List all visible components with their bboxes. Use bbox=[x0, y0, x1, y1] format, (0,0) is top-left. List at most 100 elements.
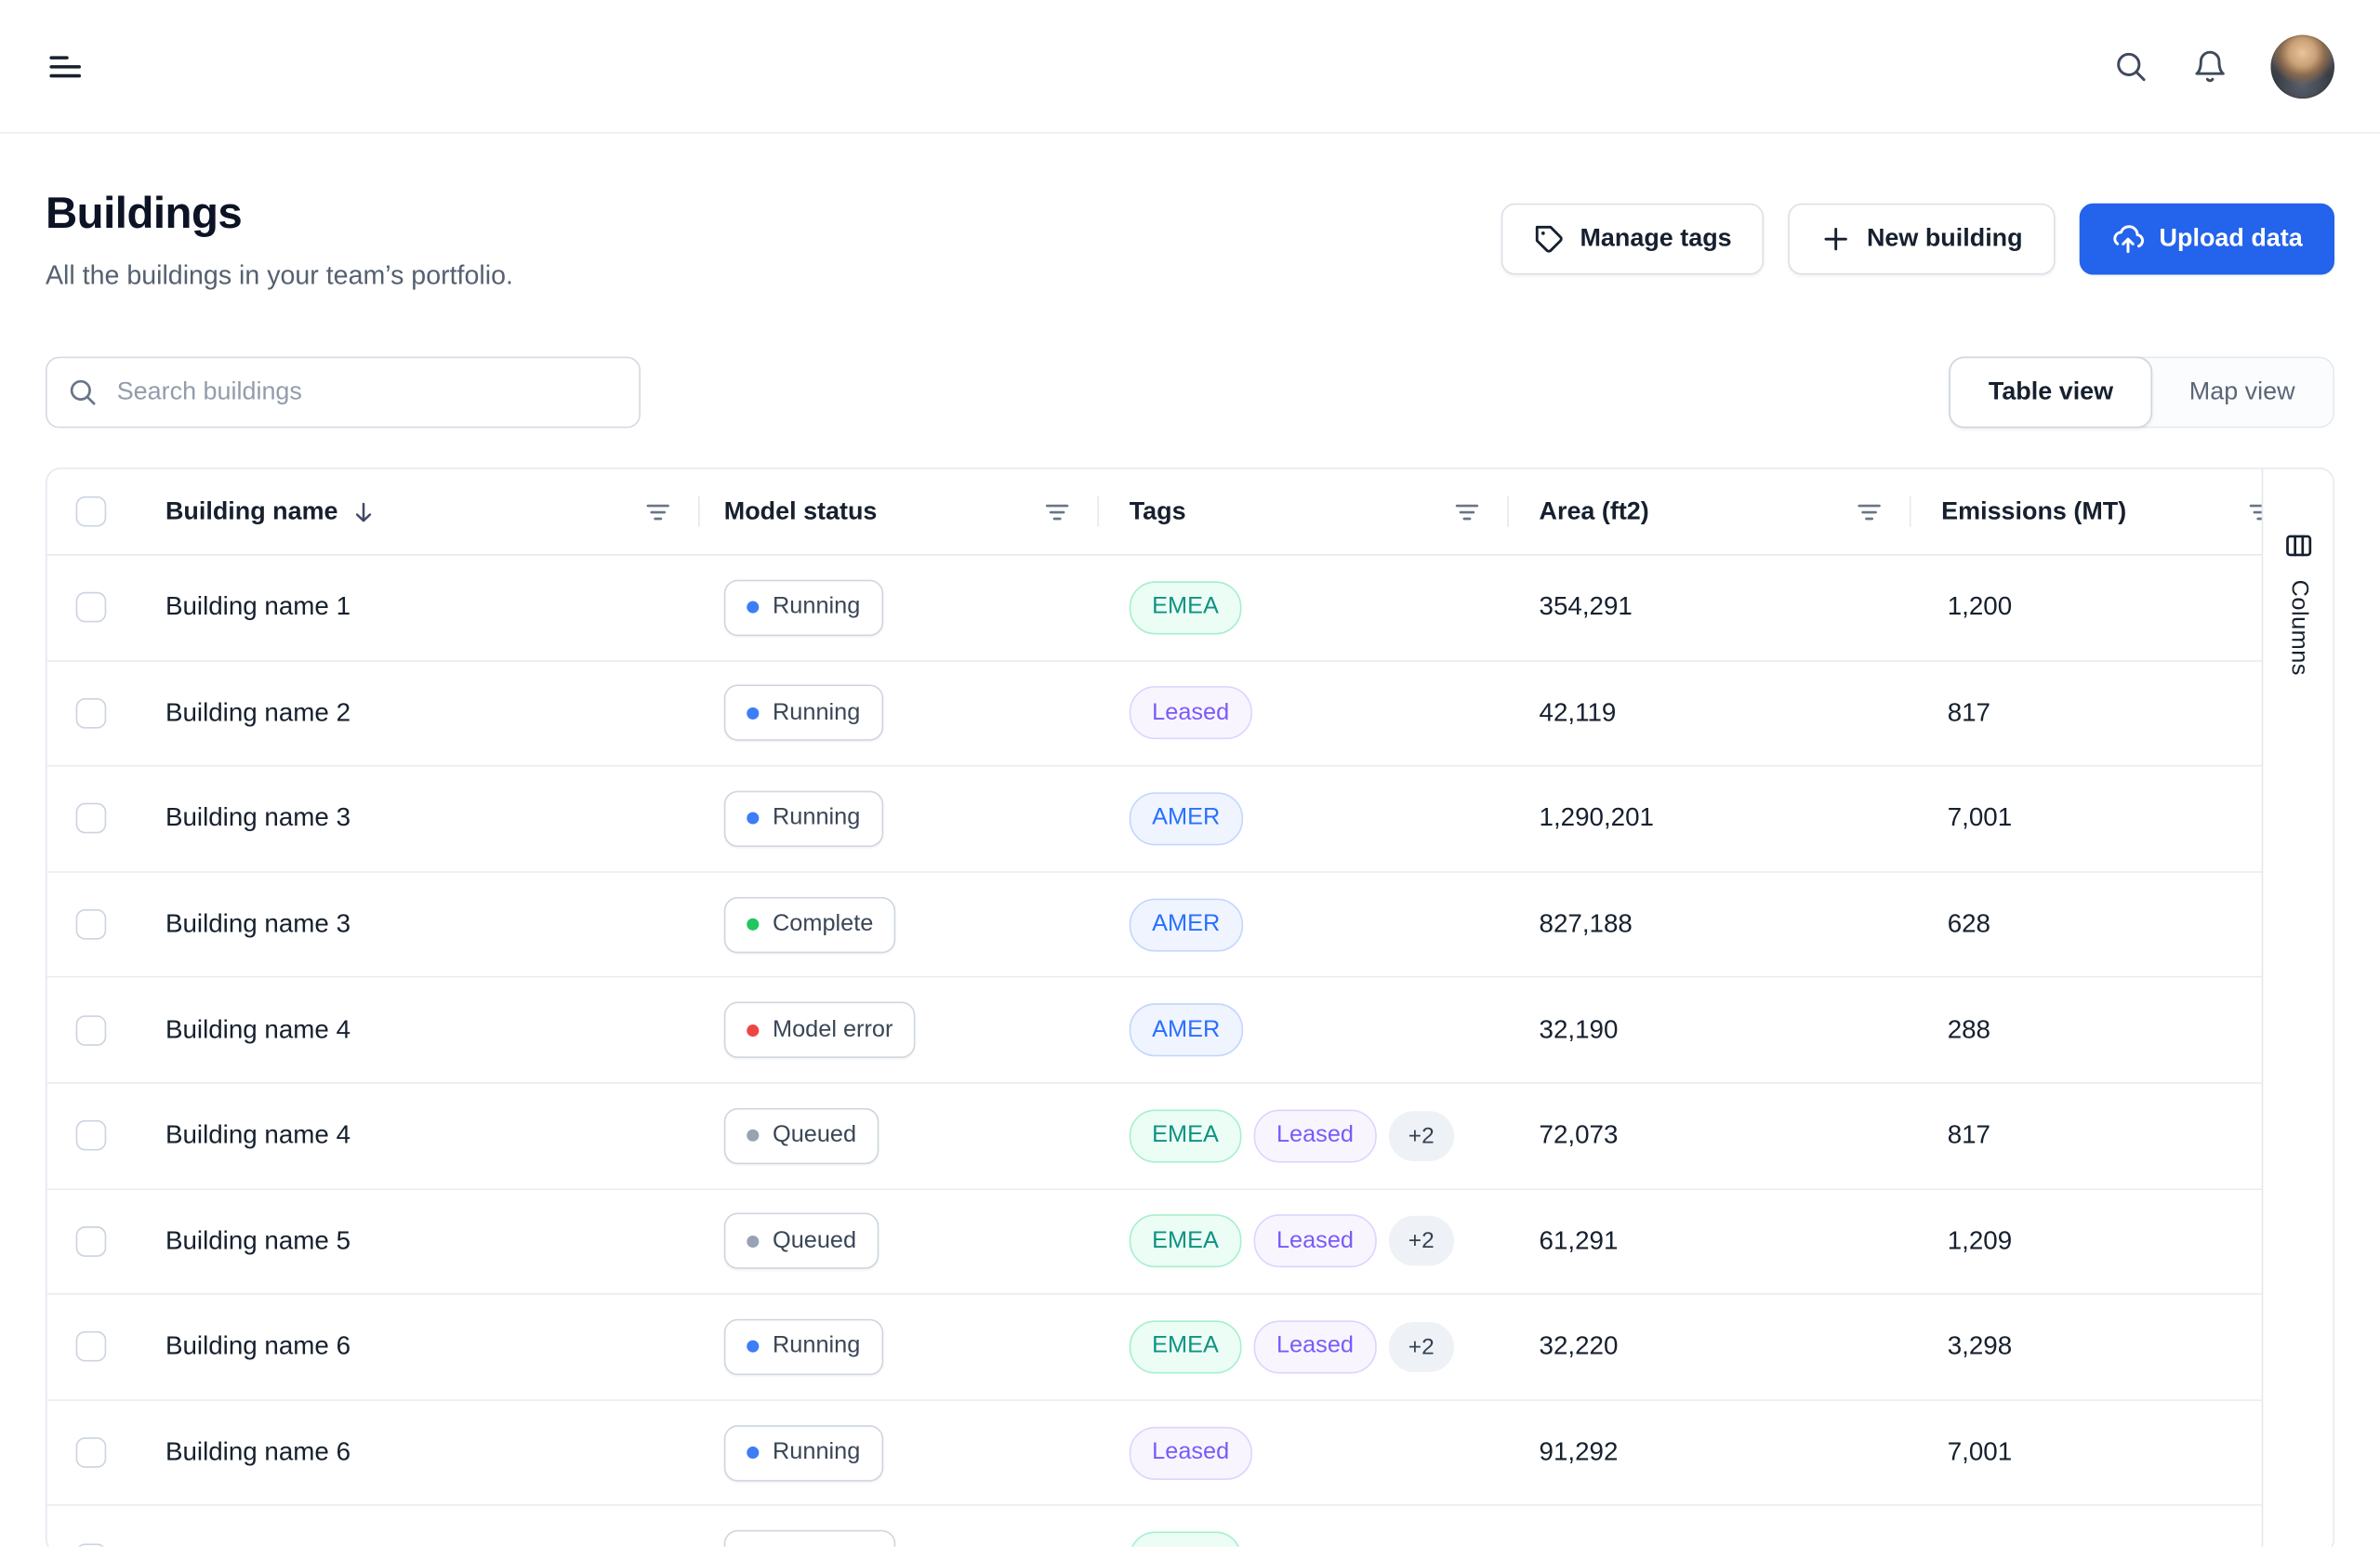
row-checkbox-cell bbox=[47, 909, 136, 940]
status-dot-icon bbox=[747, 919, 759, 931]
row-checkbox[interactable] bbox=[76, 1226, 107, 1257]
tag-badge: EMEA bbox=[1130, 1215, 1242, 1268]
row-checkbox[interactable] bbox=[76, 1543, 107, 1547]
tag-badge: Leased bbox=[1130, 687, 1252, 740]
tags-cell: AMER bbox=[1099, 1003, 1509, 1056]
menu-icon[interactable] bbox=[46, 46, 85, 86]
filter-icon[interactable] bbox=[1043, 497, 1072, 526]
status-dot-icon bbox=[747, 813, 759, 825]
tags-cell: EMEALeased+2 bbox=[1099, 1320, 1509, 1373]
filter-icon[interactable] bbox=[1855, 497, 1884, 526]
avatar[interactable] bbox=[2270, 34, 2334, 99]
column-header-tags: Tags bbox=[1099, 469, 1509, 553]
building-name-cell: Building name 3 bbox=[135, 803, 699, 834]
status-dot-icon bbox=[747, 707, 759, 720]
column-header-model-status: Model status bbox=[700, 469, 1099, 553]
model-status-cell: Model error bbox=[700, 1002, 1099, 1058]
row-checkbox-cell bbox=[47, 1226, 136, 1257]
table-body: Building name 1 Running EMEA 354,291 1,2… bbox=[47, 556, 2262, 1547]
tags-cell: EMEALeased+2 bbox=[1099, 1215, 1509, 1268]
bell-icon[interactable] bbox=[2192, 47, 2228, 84]
area-cell: 827,188 bbox=[1509, 909, 1911, 940]
table-row: Building name 3 Complete AMER 827,188 62… bbox=[47, 872, 2262, 978]
row-checkbox[interactable] bbox=[76, 1437, 107, 1468]
tag-badge: AMER bbox=[1130, 1003, 1243, 1056]
filter-icon[interactable] bbox=[643, 497, 672, 526]
tag-badge: EMEA bbox=[1130, 581, 1242, 634]
tag-badge: AMER bbox=[1130, 898, 1243, 951]
emissions-cell: 817 bbox=[1911, 1120, 2262, 1151]
row-checkbox[interactable] bbox=[76, 803, 107, 834]
model-status-badge: Queued bbox=[724, 1107, 879, 1163]
status-label: Queued bbox=[773, 1122, 856, 1149]
status-dot-icon bbox=[747, 1341, 759, 1353]
columns-panel-toggle[interactable]: Columns bbox=[2262, 469, 2334, 1547]
model-status-badge: Running bbox=[724, 1424, 883, 1480]
row-checkbox-cell bbox=[47, 1015, 136, 1046]
row-checkbox[interactable] bbox=[76, 1120, 107, 1151]
upload-data-button[interactable]: Upload data bbox=[2079, 204, 2334, 275]
new-building-label: New building bbox=[1867, 225, 2023, 254]
status-label: Complete bbox=[773, 911, 873, 938]
building-name-sort[interactable]: Building name bbox=[165, 497, 376, 526]
emissions-cell: 628 bbox=[1911, 909, 2262, 940]
tags-cell: EMEALeased +2 bbox=[1099, 1109, 1509, 1162]
page-header: Buildings All the buildings in your team… bbox=[46, 185, 2334, 293]
tag-badge: EMEA bbox=[1130, 1109, 1242, 1162]
row-checkbox[interactable] bbox=[76, 1015, 107, 1046]
building-name-cell: Building name 7 bbox=[135, 1543, 699, 1547]
columns-icon bbox=[2282, 530, 2314, 562]
model-status-badge: Model error bbox=[724, 1002, 916, 1058]
row-checkbox-cell bbox=[47, 698, 136, 729]
emissions-cell: 9,019 bbox=[1911, 1543, 2262, 1547]
new-building-button[interactable]: New building bbox=[1788, 204, 2055, 275]
model-status-cell: Queued bbox=[700, 1107, 1099, 1163]
building-name-cell: Building name 4 bbox=[135, 1015, 699, 1046]
search-input[interactable] bbox=[46, 357, 641, 429]
topbar bbox=[0, 0, 2380, 134]
page-title: Buildings bbox=[46, 185, 513, 243]
topbar-actions bbox=[2113, 34, 2334, 99]
model-status-badge: Running bbox=[724, 1319, 883, 1375]
row-checkbox-cell bbox=[47, 1437, 136, 1468]
filter-icon[interactable] bbox=[1452, 497, 1481, 526]
emissions-cell: 3,298 bbox=[1911, 1332, 2262, 1363]
status-label: Running bbox=[773, 1439, 860, 1466]
tag-badge: Leased bbox=[1130, 1426, 1252, 1479]
status-label: Running bbox=[773, 699, 860, 726]
model-status-badge: Queued bbox=[724, 1213, 879, 1269]
select-all-checkbox[interactable] bbox=[76, 496, 107, 527]
table-row: Building name 3 Running AMER 1,290,201 7… bbox=[47, 767, 2262, 873]
table-row: Building name 4 Queued EMEALeased+2 72,0… bbox=[47, 1084, 2262, 1190]
table-header-row: Building name Model statu bbox=[47, 469, 2262, 555]
tags-cell: EMEA bbox=[1099, 1532, 1509, 1547]
tag-badge: Leased bbox=[1253, 1109, 1376, 1162]
status-dot-icon bbox=[747, 1025, 759, 1037]
search-icon[interactable] bbox=[2113, 47, 2149, 84]
status-label: Running bbox=[773, 594, 860, 621]
row-checkbox[interactable] bbox=[76, 909, 107, 940]
more-tags-badge: +2 bbox=[1389, 1111, 1454, 1161]
manage-tags-button[interactable]: Manage tags bbox=[1501, 204, 1764, 275]
model-status-cell: Running bbox=[700, 1424, 1099, 1480]
table-view-tab[interactable]: Table view bbox=[1949, 357, 2152, 429]
page-subtitle: All the buildings in your team’s portfol… bbox=[46, 257, 513, 293]
table-row: Building name 7 Complete EMEA 827,188 9,… bbox=[47, 1506, 2262, 1547]
filter-icon[interactable] bbox=[2246, 497, 2261, 526]
map-view-tab[interactable]: Map view bbox=[2151, 357, 2333, 429]
model-status-badge: Running bbox=[724, 685, 883, 741]
row-checkbox[interactable] bbox=[76, 592, 107, 623]
building-name-cell: Building name 6 bbox=[135, 1437, 699, 1468]
column-header-area: Area (ft2) bbox=[1509, 469, 1911, 553]
model-status-cell: Queued bbox=[700, 1213, 1099, 1269]
model-status-badge: Complete bbox=[724, 1530, 896, 1547]
row-checkbox[interactable] bbox=[76, 1332, 107, 1363]
model-status-cell: Running bbox=[700, 685, 1099, 741]
area-cell: 61,291 bbox=[1509, 1226, 1911, 1257]
more-tags-badge: +2 bbox=[1389, 1216, 1454, 1266]
area-cell: 32,220 bbox=[1509, 1332, 1911, 1363]
building-name-cell: Building name 4 bbox=[135, 1120, 699, 1151]
status-dot-icon bbox=[747, 1447, 759, 1459]
row-checkbox[interactable] bbox=[76, 698, 107, 729]
model-status-badge: Running bbox=[724, 579, 883, 635]
